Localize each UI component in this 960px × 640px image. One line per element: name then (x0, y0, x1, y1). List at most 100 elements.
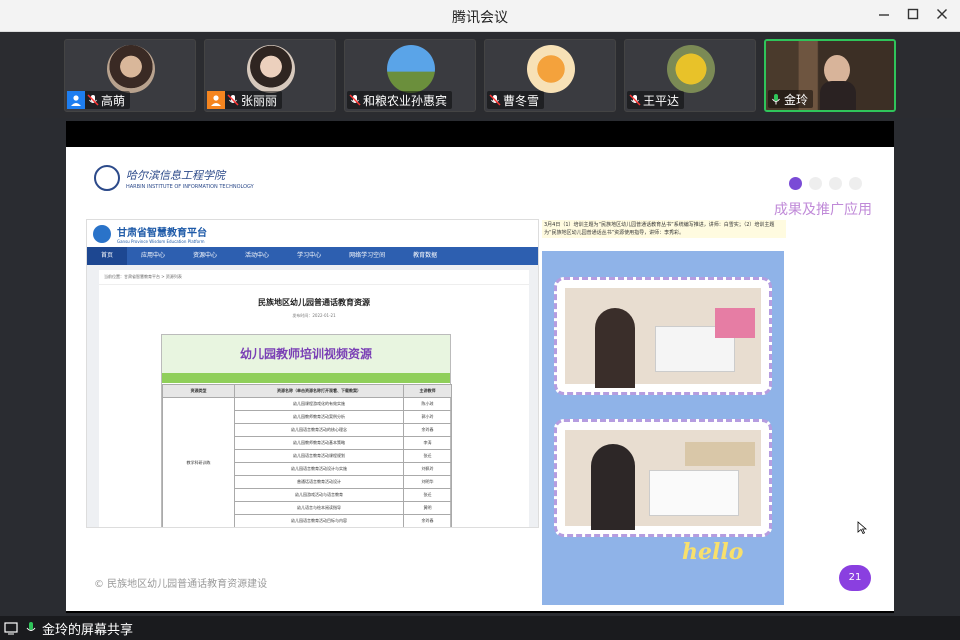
avatar (107, 45, 155, 93)
participant-namebar: 和粮农业孙惠宾 (347, 91, 453, 109)
mouse-cursor-icon (857, 521, 867, 535)
photo-collage: hello (542, 251, 784, 605)
participant-namebar: 曹冬雪 (487, 91, 545, 109)
table-cell: 刘佩玲 (403, 462, 452, 476)
mic-active-icon[interactable] (24, 621, 38, 635)
table-cell: 陈小琼 (403, 397, 452, 411)
participant-tile[interactable]: 高萌 (64, 39, 196, 112)
table-row: 教学科研训练 幼儿园课程游戏化的有效实施 陈小琼 (162, 397, 452, 527)
table-cell: 余玲春 (403, 423, 452, 437)
article-title: 民族地区幼儿园普通话教育资源 (258, 298, 370, 307)
platform-name: 甘肃省智慧教育平台 (117, 227, 207, 239)
banner-title: 幼儿园教师培训视频资源 (239, 347, 372, 361)
photo-frame (554, 277, 772, 395)
school-name: 哈尔滨信息工程学院 (126, 168, 225, 182)
participant-tile[interactable]: 张丽丽 (204, 39, 336, 112)
close-button[interactable] (932, 6, 952, 26)
nav-item: 活动中心 (245, 252, 270, 259)
website-screenshot: 甘肃省智慧教育平台 Gansu Province Wisdom Educatio… (86, 219, 539, 528)
table-cell: 幼儿园语言教育活动课程规划 (234, 449, 404, 463)
participant-tile[interactable]: 曹冬雪 (484, 39, 616, 112)
resource-document: 幼儿园教师培训视频资源 资源类型 资源名称（单击资源名称打开观看、下载教案） 主… (161, 334, 452, 527)
table-cell: 刘明华 (403, 475, 452, 489)
presentation-slide: 哈尔滨信息工程学院 HARBIN INSTITUTE OF INFORMATIO… (66, 147, 894, 611)
speaker-body (820, 81, 856, 110)
share-icon (829, 177, 842, 190)
nav-item: 首页 (87, 247, 128, 265)
close-icon (937, 9, 947, 19)
share-icon (809, 177, 822, 190)
participant-name: 高萌 (101, 93, 126, 108)
weibo-icon (789, 177, 802, 190)
participant-tile-active[interactable]: 金玲 (764, 39, 896, 112)
screen-share-area: 哈尔滨信息工程学院 HARBIN INSTITUTE OF INFORMATIO… (0, 118, 960, 616)
participant-name: 张丽丽 (241, 93, 278, 108)
avatar (247, 45, 295, 93)
nav-item: 教育数据 (413, 252, 438, 259)
table-cell: 余玲春 (403, 514, 452, 527)
table-cell: 普通话语言教育活动设计 (234, 475, 404, 489)
shared-screen: 哈尔滨信息工程学院 HARBIN INSTITUTE OF INFORMATIO… (66, 121, 894, 613)
maximize-icon (907, 8, 919, 20)
slide-footer: © 民族地区幼儿园普通话教育资源建设 (94, 579, 268, 590)
nav-item: 学习中心 (297, 252, 322, 259)
table-cell: 张迁 (403, 488, 452, 502)
avatar (527, 45, 575, 93)
table-cell: 幼儿园语言教育活动设计与实施 (234, 462, 404, 476)
platform-nav: 首页 应用中心 资源中心 活动中心 学习中心 网络学习空间 教育数据 (87, 247, 538, 265)
avatar (667, 45, 715, 93)
participant-namebar: 高萌 (67, 91, 131, 109)
share-status-text: 金玲的屏幕共享 (42, 622, 134, 638)
resource-table: 资源类型 资源名称（单击资源名称打开观看、下载教案） 主讲教师 教学科研训练 幼… (162, 384, 452, 527)
status-bar: 金玲的屏幕共享 (0, 616, 960, 640)
table-cell: 幼儿园教师教育活动案例分析 (234, 410, 404, 424)
training-photo (565, 430, 761, 530)
table-cell: 幼儿园游戏活动与语言教育 (234, 488, 404, 502)
table-category: 教学科研训练 (162, 397, 235, 527)
photo-caption: 3月4日（1）培训主题为“民族地区幼儿园普通话教育丛书”系统编写推进，讲师：白雪… (542, 220, 786, 238)
screen-share-icon[interactable] (4, 621, 18, 635)
table-cell: 幼儿园语言教育活动目标与内容 (234, 514, 404, 527)
table-cell: 幼儿园课程游戏化的有效实施 (234, 397, 404, 411)
table-header: 资源名称（单击资源名称打开观看、下载教案） (234, 384, 404, 398)
participant-name: 王平达 (643, 93, 680, 108)
minimize-icon (879, 14, 889, 16)
table-cell: 幼儿语言与绘本阅读指导 (234, 501, 404, 515)
participant-name: 金玲 (784, 92, 809, 107)
participant-tile[interactable]: 王平达 (624, 39, 756, 112)
school-seal-icon (94, 165, 120, 191)
participant-tile[interactable]: 和粮农业孙惠宾 (344, 39, 476, 112)
school-name-en: HARBIN INSTITUTE OF INFORMATION TECHNOLO… (126, 183, 254, 190)
user-icon (207, 91, 225, 109)
participant-namebar: 张丽丽 (207, 91, 283, 109)
table-header: 资源类型 (162, 384, 235, 398)
maximize-button[interactable] (903, 6, 923, 26)
article-body: 当前位置：甘肃省智慧教育平台 > 资源列表 民族地区幼儿园普通话教育资源 发布时… (99, 270, 529, 527)
platform-logo-icon (93, 224, 111, 243)
training-photo (565, 288, 761, 388)
slide-heading: 成果及推广应用 (774, 202, 872, 218)
mic-muted-icon[interactable] (347, 92, 363, 108)
user-icon (67, 91, 85, 109)
table-cell: 黄明 (403, 501, 452, 515)
mic-active-icon[interactable] (768, 91, 784, 107)
participant-strip: 高萌 张丽丽 和粮农业孙惠宾 曹冬雪 王平达 金玲 (0, 32, 960, 118)
page-number-badge: 21 (839, 565, 871, 591)
window-title: 腾讯会议 (452, 10, 508, 26)
minimize-button[interactable] (874, 6, 894, 26)
participant-namebar: 金玲 (768, 90, 814, 108)
mic-muted-icon[interactable] (487, 92, 503, 108)
table-cell: 张迁 (403, 449, 452, 463)
participant-name: 和粮农业孙惠宾 (363, 93, 448, 108)
table-header-row: 资源类型 资源名称（单击资源名称打开观看、下载教案） 主讲教师 (162, 384, 452, 398)
table-header: 主讲教师 (403, 384, 452, 398)
mic-muted-icon[interactable] (225, 92, 241, 108)
mic-muted-icon[interactable] (85, 92, 101, 108)
banner-decoration (162, 373, 450, 383)
school-logo: 哈尔滨信息工程学院 HARBIN INSTITUTE OF INFORMATIO… (94, 165, 254, 191)
nav-item: 网络学习空间 (349, 252, 386, 259)
participant-namebar: 王平达 (627, 91, 685, 109)
mic-muted-icon[interactable] (627, 92, 643, 108)
table-cell: 郭小玲 (403, 410, 452, 424)
article-date: 发布时间：2022-01-21 (292, 313, 336, 318)
